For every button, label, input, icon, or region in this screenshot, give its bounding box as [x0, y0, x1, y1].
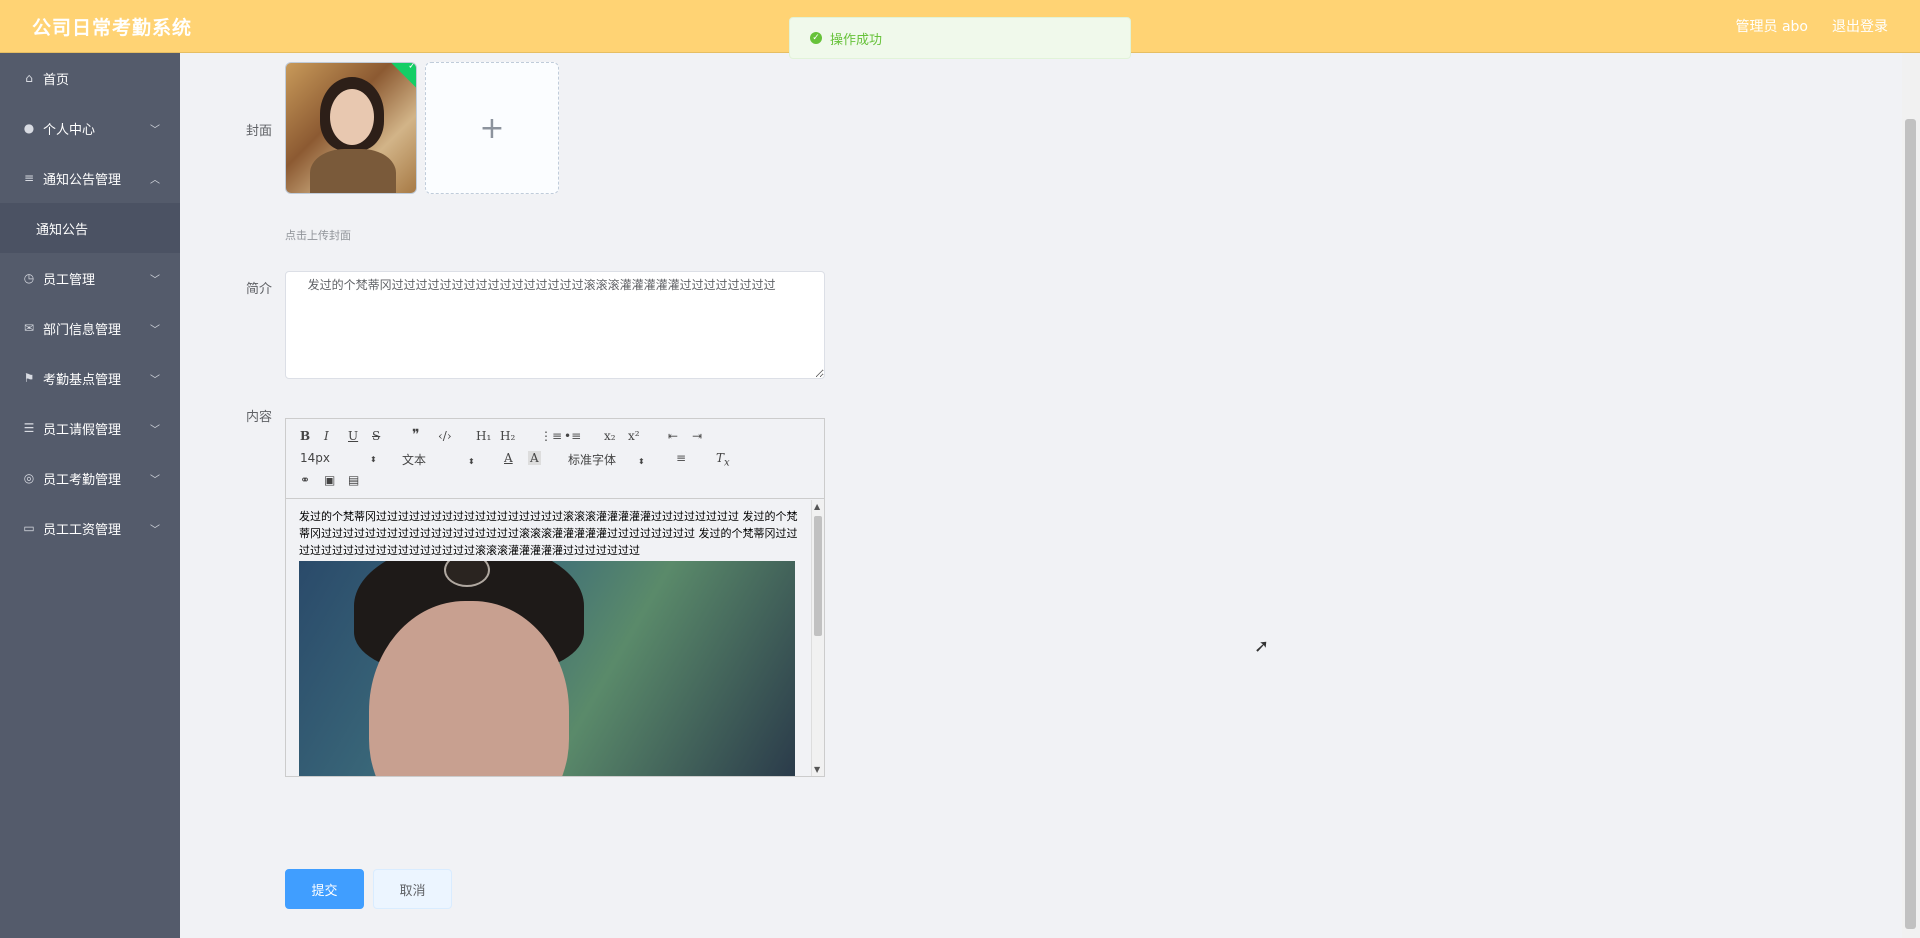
photo-face: [330, 89, 374, 145]
editor-scroll-thumb[interactable]: [814, 516, 822, 636]
home-icon: ⌂: [25, 71, 33, 85]
superscript-icon[interactable]: x²: [628, 429, 640, 443]
image-icon[interactable]: ▣: [324, 473, 335, 487]
circle-icon: ◎: [23, 471, 35, 485]
page-scroll-thumb[interactable]: [1905, 119, 1916, 929]
sidebar: ⌂ 首页 ● 个人中心 ﹀ ≡ 通知公告管理 ︿ 通知公告 ◷ 员工管理 ﹀ ✉…: [0, 53, 180, 938]
code-icon[interactable]: ‹/›: [438, 429, 452, 443]
editor-content-area[interactable]: 发过的个梵蒂冈过过过过过过过过过过过过过过过过过滚滚滚灌灌灌灌灌过过过过过过过过…: [286, 500, 824, 776]
background-color-icon[interactable]: A: [528, 451, 541, 465]
clear-format-icon[interactable]: Tx: [716, 451, 730, 468]
font-family-select[interactable]: 标准字体 ⬍: [568, 451, 645, 468]
cover-label: 封面: [246, 124, 273, 139]
uploaded-check-badge: ✓: [390, 62, 416, 90]
sliders-icon: ☰: [23, 421, 35, 435]
ordered-list-icon[interactable]: ⋮≡: [540, 429, 562, 443]
rich-text-editor: B I U S ❞ ‹/› H₁ H₂ ⋮≡ •≡ x₂ x² ⇤ ⇥ 14px…: [285, 418, 825, 777]
cover-thumbnail[interactable]: ✓: [285, 62, 417, 194]
editor-toolbar: B I U S ❞ ‹/› H₁ H₂ ⋮≡ •≡ x₂ x² ⇤ ⇥ 14px…: [286, 419, 824, 499]
sidebar-item-salary[interactable]: ▭ 员工工资管理 ﹀: [0, 503, 180, 553]
sidebar-item-department[interactable]: ✉ 部门信息管理 ﹀: [0, 303, 180, 353]
subscript-icon[interactable]: x₂: [604, 429, 616, 443]
logout-link[interactable]: 退出登录: [1832, 16, 1888, 36]
sidebar-item-attendance[interactable]: ◎ 员工考勤管理 ﹀: [0, 453, 180, 503]
upload-tip: 点击上传封面: [285, 229, 351, 242]
sidebar-item-label: 员工考勤管理: [43, 472, 122, 488]
chevron-down-icon: ﹀: [150, 124, 160, 136]
upload-cover-button[interactable]: +: [425, 62, 559, 194]
sidebar-item-label: 首页: [43, 72, 70, 88]
sidebar-item-label: 部门信息管理: [43, 322, 122, 338]
sidebar-item-attendance-base[interactable]: ⚑ 考勤基点管理 ﹀: [0, 353, 180, 403]
heading-select[interactable]: 文本 ⬍: [402, 451, 475, 468]
editor-scrollbar[interactable]: ▲ ▼: [811, 500, 824, 776]
blockquote-icon[interactable]: ❞: [412, 427, 420, 443]
photo-body: [310, 149, 396, 193]
sidebar-item-label: 通知公告管理: [43, 172, 122, 188]
submit-button[interactable]: 提交: [285, 869, 364, 909]
sidebar-item-label: 通知公告: [36, 222, 89, 238]
list-icon: ≡: [23, 171, 35, 185]
sidebar-item-label: 员工管理: [43, 272, 96, 288]
video-icon[interactable]: ▤: [348, 473, 359, 487]
chevron-down-icon: ﹀: [150, 274, 160, 286]
strike-icon[interactable]: S: [372, 429, 380, 443]
page-scrollbar[interactable]: [1902, 53, 1920, 938]
align-icon[interactable]: ≡: [676, 451, 686, 465]
h2-icon[interactable]: H₂: [500, 429, 515, 443]
content-label: 内容: [246, 410, 273, 425]
bullet-list-icon[interactable]: •≡: [564, 429, 581, 443]
sidebar-subitem-notice[interactable]: 通知公告: [0, 203, 180, 253]
sidebar-item-home[interactable]: ⌂ 首页: [0, 53, 180, 103]
user-icon: ●: [23, 121, 35, 135]
top-right-links: 管理员 abo 退出登录: [1736, 16, 1888, 36]
sidebar-item-label: 员工工资管理: [43, 522, 122, 538]
italic-icon[interactable]: I: [324, 429, 329, 443]
sidebar-item-notice-management[interactable]: ≡ 通知公告管理 ︿: [0, 153, 180, 203]
sidebar-item-label: 考勤基点管理: [43, 372, 122, 388]
flag-icon: ⚑: [23, 371, 35, 385]
chevron-up-icon: ︿: [150, 174, 160, 186]
chevron-down-icon: ﹀: [150, 524, 160, 536]
chevron-down-icon: ﹀: [150, 324, 160, 336]
sidebar-item-label: 员工请假管理: [43, 422, 122, 438]
mouse-cursor-icon: ➚: [1254, 636, 1270, 657]
check-icon: ✓: [408, 62, 416, 72]
sidebar-item-label: 个人中心: [43, 122, 96, 138]
chevron-down-icon: ﹀: [150, 474, 160, 486]
plus-icon: +: [479, 110, 505, 146]
app-title: 公司日常考勤系统: [32, 16, 193, 39]
toast-message: 操作成功: [830, 32, 883, 48]
chevron-down-icon: ﹀: [150, 424, 160, 436]
card-icon: ▭: [23, 521, 35, 535]
user-label[interactable]: 管理员 abo: [1736, 16, 1808, 36]
scroll-down-icon[interactable]: ▼: [814, 765, 820, 774]
success-icon: ✓: [810, 32, 822, 44]
underline-icon[interactable]: U: [348, 429, 358, 443]
editor-inserted-image[interactable]: [299, 561, 795, 776]
outdent-icon[interactable]: ⇤: [668, 429, 678, 443]
scroll-up-icon[interactable]: ▲: [814, 502, 820, 511]
chevron-down-icon: ﹀: [150, 374, 160, 386]
indent-icon[interactable]: ⇥: [692, 429, 702, 443]
sidebar-item-profile[interactable]: ● 个人中心 ﹀: [0, 103, 180, 153]
heading-value: 文本: [402, 453, 427, 467]
font-family-value: 标准字体: [568, 453, 617, 467]
cancel-button[interactable]: 取消: [373, 869, 452, 909]
clock-icon: ◷: [23, 271, 35, 285]
intro-textarea[interactable]: [285, 271, 825, 379]
h1-icon[interactable]: H₁: [476, 429, 491, 443]
sidebar-item-leave[interactable]: ☰ 员工请假管理 ﹀: [0, 403, 180, 453]
font-color-icon[interactable]: A: [504, 451, 513, 465]
font-size-value: 14px: [300, 451, 330, 465]
mail-icon: ✉: [23, 321, 35, 335]
intro-label: 简介: [246, 282, 273, 297]
success-toast: ✓ 操作成功: [789, 17, 1131, 59]
editor-body-text: 发过的个梵蒂冈过过过过过过过过过过过过过过过过过滚滚滚灌灌灌灌灌过过过过过过过过…: [299, 510, 798, 557]
sidebar-item-employee[interactable]: ◷ 员工管理 ﹀: [0, 253, 180, 303]
bold-icon[interactable]: B: [300, 429, 310, 443]
link-icon[interactable]: ⚭: [300, 473, 310, 487]
font-size-select[interactable]: 14px ⬍: [300, 451, 377, 465]
